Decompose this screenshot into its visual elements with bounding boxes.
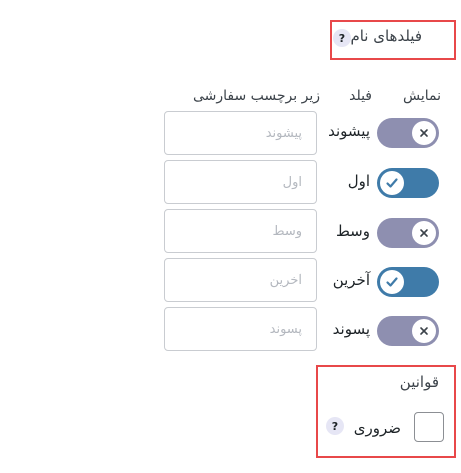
- close-icon: [420, 229, 428, 237]
- name-fields-help-icon[interactable]: ?: [333, 29, 351, 47]
- toggle-knob: [412, 121, 436, 145]
- toggle-knob: [380, 171, 404, 195]
- close-icon: [420, 327, 428, 335]
- prefix-label: پیشوند: [328, 122, 370, 140]
- check-icon: [386, 277, 398, 287]
- required-label: ضروری: [353, 419, 401, 437]
- toggle-knob: [380, 270, 404, 294]
- prefix-show-toggle[interactable]: [377, 118, 439, 148]
- name-field-settings-panel: { "section": { "title": "فیلدهای نام", "…: [0, 0, 461, 473]
- toggle-knob: [412, 221, 436, 245]
- close-icon: [420, 129, 428, 137]
- middle-sublabel-input[interactable]: [164, 209, 317, 253]
- prefix-sublabel-input[interactable]: [164, 111, 317, 155]
- first-show-toggle[interactable]: [377, 168, 439, 198]
- first-sublabel-input[interactable]: [164, 160, 317, 204]
- rules-title: قوانین: [399, 373, 439, 391]
- middle-label: وسط: [335, 222, 370, 240]
- first-label: اول: [347, 172, 370, 190]
- suffix-sublabel-input[interactable]: [164, 307, 317, 351]
- name-fields-title: فیلدهای نام: [350, 27, 422, 45]
- last-sublabel-input[interactable]: [164, 258, 317, 302]
- column-header-field: فیلد: [349, 88, 372, 104]
- toggle-knob: [412, 319, 436, 343]
- last-label: آخرین: [332, 271, 370, 289]
- middle-show-toggle[interactable]: [377, 218, 439, 248]
- required-checkbox[interactable]: [414, 412, 444, 442]
- suffix-show-toggle[interactable]: [377, 316, 439, 346]
- column-header-sublabel: زیر برچسب سفارشی: [192, 88, 320, 104]
- check-icon: [386, 178, 398, 188]
- suffix-label: پسوند: [332, 320, 370, 338]
- column-header-show: نمایش: [402, 88, 441, 104]
- last-show-toggle[interactable]: [377, 267, 439, 297]
- required-help-icon[interactable]: ?: [326, 417, 344, 435]
